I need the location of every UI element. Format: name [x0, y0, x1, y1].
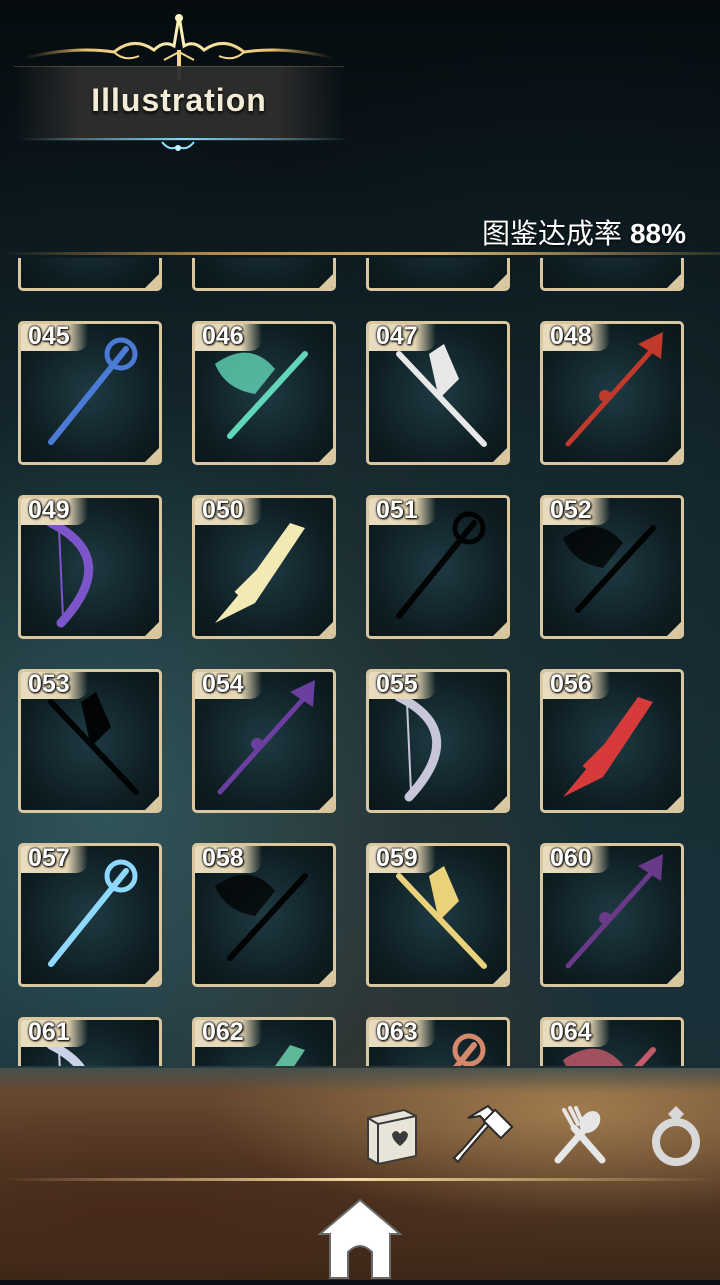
ring-icon [652, 1106, 700, 1166]
tab-divider [0, 1178, 720, 1181]
card-corner [493, 970, 507, 984]
page-title: Illustration [91, 82, 267, 118]
weapon-card-063[interactable]: 063 [366, 1017, 510, 1066]
weapon-number: 050 [195, 498, 262, 525]
header-divider [0, 252, 720, 255]
card-corner [319, 796, 333, 810]
card-corner [667, 622, 681, 636]
card-corner [667, 448, 681, 462]
weapon-card-047[interactable]: 047 [366, 321, 510, 465]
hammer-icon [452, 1104, 514, 1164]
weapon-card-partial[interactable] [366, 258, 510, 291]
home-icon [317, 1198, 403, 1279]
weapon-number: 058 [195, 846, 262, 873]
card-corner [493, 448, 507, 462]
card-corner [145, 448, 159, 462]
weapon-card-060[interactable]: 060 [540, 843, 684, 987]
weapon-card-062[interactable]: 062 [192, 1017, 336, 1066]
weapon-card-046[interactable]: 046 [192, 321, 336, 465]
weapon-card-052[interactable]: 052 [540, 495, 684, 639]
card-corner [493, 796, 507, 810]
weapon-card-061[interactable]: 061 [18, 1017, 162, 1066]
weapon-card-partial[interactable] [192, 258, 336, 291]
weapon-number: 048 [543, 324, 610, 351]
completion-rate: 图鉴达成率 88% [482, 212, 686, 252]
weapon-number: 055 [369, 672, 436, 699]
illustration-grid[interactable]: 045 046 047 048 049 050 051 052 053 054 … [0, 258, 720, 1066]
card-corner [319, 448, 333, 462]
header: Illustration [0, 0, 720, 170]
weapon-number: 056 [543, 672, 610, 699]
weapon-number: 063 [369, 1020, 436, 1047]
weapon-card-056[interactable]: 056 [540, 669, 684, 813]
book-icon [367, 1108, 417, 1166]
card-corner [145, 796, 159, 810]
weapon-card-053[interactable]: 053 [18, 669, 162, 813]
weapon-card-059[interactable]: 059 [366, 843, 510, 987]
weapon-number: 047 [369, 324, 436, 351]
completion-value: 88% [629, 218, 686, 249]
weapon-card-partial[interactable] [540, 258, 684, 291]
weapon-number: 053 [21, 672, 88, 699]
weapon-number: 060 [543, 846, 610, 873]
weapon-card-051[interactable]: 051 [366, 495, 510, 639]
weapon-number: 059 [369, 846, 436, 873]
weapon-card-045[interactable]: 045 [18, 321, 162, 465]
weapon-card-064[interactable]: 064 [540, 1017, 684, 1066]
weapon-card-048[interactable]: 048 [540, 321, 684, 465]
card-corner [145, 622, 159, 636]
book-tab[interactable] [356, 1100, 428, 1172]
cooking-tab[interactable] [544, 1100, 616, 1172]
weapon-card-partial[interactable] [18, 258, 162, 291]
card-corner [667, 970, 681, 984]
weapon-number: 057 [21, 846, 88, 873]
hammer-tab[interactable] [450, 1100, 522, 1172]
weapon-number: 051 [369, 498, 436, 525]
card-corner [145, 970, 159, 984]
bottom-nav-shadow [0, 1068, 720, 1092]
card-corner [667, 274, 681, 288]
completion-label: 图鉴达成率 [481, 218, 622, 249]
card-corner [319, 970, 333, 984]
weapon-card-049[interactable]: 049 [18, 495, 162, 639]
weapon-card-055[interactable]: 055 [366, 669, 510, 813]
weapon-card-050[interactable]: 050 [192, 495, 336, 639]
weapon-number: 062 [195, 1020, 262, 1047]
blue-ornament-icon [161, 141, 195, 151]
weapon-number: 064 [543, 1020, 610, 1047]
home-button[interactable] [316, 1192, 404, 1280]
card-corner [145, 274, 159, 288]
weapon-number: 052 [543, 498, 610, 525]
ring-tab[interactable] [640, 1100, 712, 1172]
weapon-number: 049 [21, 498, 88, 525]
weapon-card-057[interactable]: 057 [18, 843, 162, 987]
fork-spoon-icon [554, 1106, 606, 1164]
weapon-number: 045 [21, 324, 88, 351]
card-corner [493, 274, 507, 288]
card-corner [319, 622, 333, 636]
card-corner [319, 274, 333, 288]
weapon-number: 054 [195, 672, 262, 699]
card-corner [493, 622, 507, 636]
weapon-card-058[interactable]: 058 [192, 843, 336, 987]
card-corner [667, 796, 681, 810]
weapon-card-054[interactable]: 054 [192, 669, 336, 813]
weapon-number: 046 [195, 324, 262, 351]
weapon-number: 061 [21, 1020, 88, 1047]
